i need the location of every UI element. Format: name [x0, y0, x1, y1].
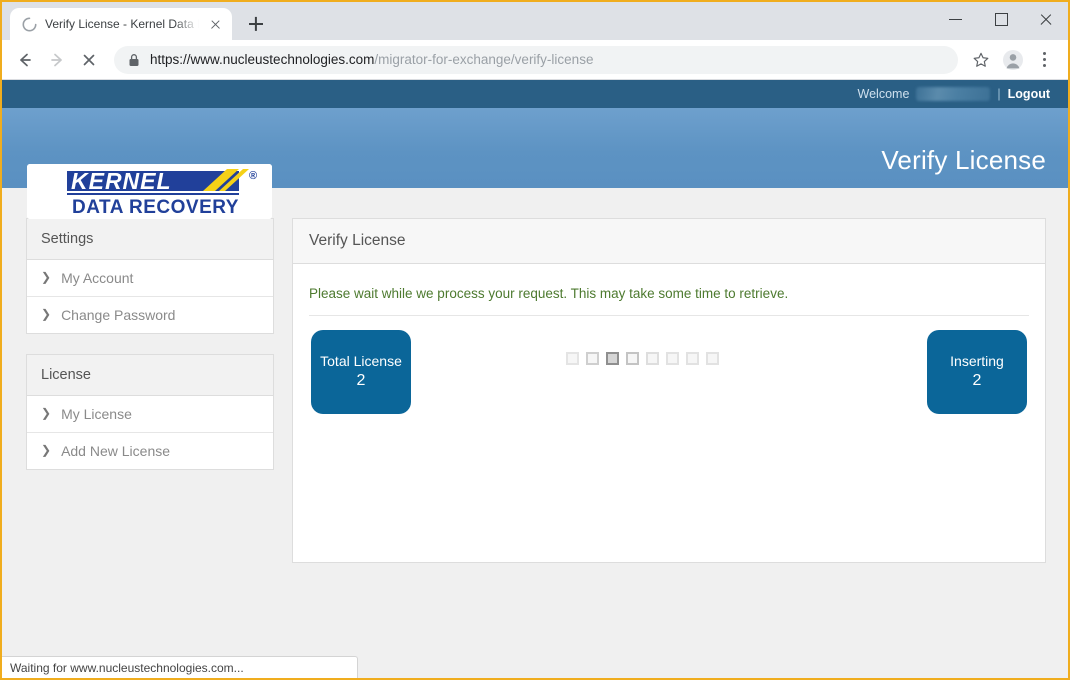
sidebar-item-my-license[interactable]: ❯ My License [27, 396, 273, 433]
browser-window: Verify License - Kernel Data Reco [0, 0, 1070, 680]
badge-row: Total License 2 Inserting 2 [309, 316, 1029, 436]
star-icon[interactable] [966, 45, 996, 75]
window-controls [933, 2, 1068, 40]
page-title: Verify License [881, 145, 1046, 175]
url-host: https://www.nucleustechnologies.com [150, 52, 375, 67]
three-dot-menu-icon[interactable] [1030, 45, 1060, 75]
kernel-data-recovery-logo[interactable]: KERNEL ® DATA RECOVERY [27, 164, 272, 219]
main-panel: Verify License Please wait while we proc… [292, 218, 1046, 563]
lock-icon [128, 53, 140, 67]
loading-spinner-icon [22, 17, 37, 32]
separator: | [997, 87, 1001, 101]
loading-square [686, 352, 699, 365]
status-message: Please wait while we process your reques… [309, 282, 1029, 316]
browser-tab[interactable]: Verify License - Kernel Data Reco [10, 8, 232, 40]
sidebar: Settings ❯ My Account ❯ Change Password … [26, 218, 274, 563]
loading-square [706, 352, 719, 365]
sidebar-item-change-password[interactable]: ❯ Change Password [27, 297, 273, 333]
sidebar-item-label: Change Password [61, 307, 176, 323]
browser-toolbar: https://www.nucleustechnologies.com/migr… [2, 40, 1068, 80]
loading-square [666, 352, 679, 365]
status-bar: Waiting for www.nucleustechnologies.com.… [2, 656, 358, 678]
sidebar-item-label: My License [61, 406, 132, 422]
forward-arrow-icon [42, 45, 72, 75]
page-content: Settings ❯ My Account ❯ Change Password … [2, 188, 1068, 563]
sidebar-item-my-account[interactable]: ❯ My Account [27, 260, 273, 297]
total-license-badge: Total License 2 [311, 330, 411, 414]
sidebar-group-title-settings: Settings [27, 219, 273, 260]
sidebar-group-license: License ❯ My License ❯ Add New License [26, 354, 274, 470]
status-bar-text: Waiting for www.nucleustechnologies.com.… [10, 660, 244, 675]
back-arrow-icon[interactable] [10, 45, 40, 75]
site-topbar: Welcome | Logout [2, 80, 1068, 108]
loading-squares-icon [557, 346, 728, 371]
minimize-icon[interactable] [933, 2, 978, 34]
welcome-area: Welcome | Logout [858, 80, 1050, 108]
sidebar-group-title-license: License [27, 355, 273, 396]
new-tab-button[interactable] [242, 10, 270, 38]
chevron-right-icon: ❯ [41, 307, 52, 321]
address-bar-text: https://www.nucleustechnologies.com/migr… [150, 52, 593, 67]
loading-square [646, 352, 659, 365]
svg-text:DATA RECOVERY: DATA RECOVERY [72, 197, 239, 218]
welcome-label: Welcome [857, 87, 910, 101]
logout-link[interactable]: Logout [1008, 87, 1050, 101]
loading-square [606, 352, 619, 365]
tab-close-icon[interactable] [207, 16, 224, 33]
account-avatar-icon[interactable] [998, 45, 1028, 75]
main-panel-title: Verify License [293, 219, 1045, 264]
chevron-right-icon: ❯ [41, 270, 52, 284]
sidebar-item-add-new-license[interactable]: ❯ Add New License [27, 433, 273, 469]
badge-value: 2 [356, 372, 366, 390]
svg-text:®: ® [249, 170, 257, 182]
maximize-icon[interactable] [978, 2, 1023, 34]
url-path: /migrator-for-exchange/verify-license [374, 52, 594, 67]
loading-square [566, 352, 579, 365]
badge-label: Total License [320, 353, 402, 370]
tab-strip: Verify License - Kernel Data Reco [2, 2, 1068, 40]
tab-title: Verify License - Kernel Data Reco [45, 17, 199, 31]
sidebar-group-settings: Settings ❯ My Account ❯ Change Password [26, 218, 274, 334]
stop-loading-icon[interactable] [74, 45, 104, 75]
svg-text:KERNEL: KERNEL [71, 168, 172, 194]
page-viewport: Welcome | Logout Verify License KERNEL ®… [2, 80, 1068, 678]
loading-square [626, 352, 639, 365]
chevron-right-icon: ❯ [41, 406, 52, 420]
sidebar-item-label: My Account [61, 270, 134, 286]
address-bar[interactable]: https://www.nucleustechnologies.com/migr… [114, 45, 958, 74]
loading-square [586, 352, 599, 365]
username-redacted [916, 87, 991, 101]
chevron-right-icon: ❯ [41, 443, 52, 457]
inserting-badge: Inserting 2 [927, 330, 1027, 414]
window-close-icon[interactable] [1023, 2, 1068, 34]
badge-label: Inserting [950, 353, 1004, 370]
main-panel-body: Please wait while we process your reques… [293, 264, 1045, 436]
menu-dots [1043, 50, 1047, 70]
sidebar-item-label: Add New License [61, 443, 171, 459]
badge-value: 2 [972, 372, 982, 390]
